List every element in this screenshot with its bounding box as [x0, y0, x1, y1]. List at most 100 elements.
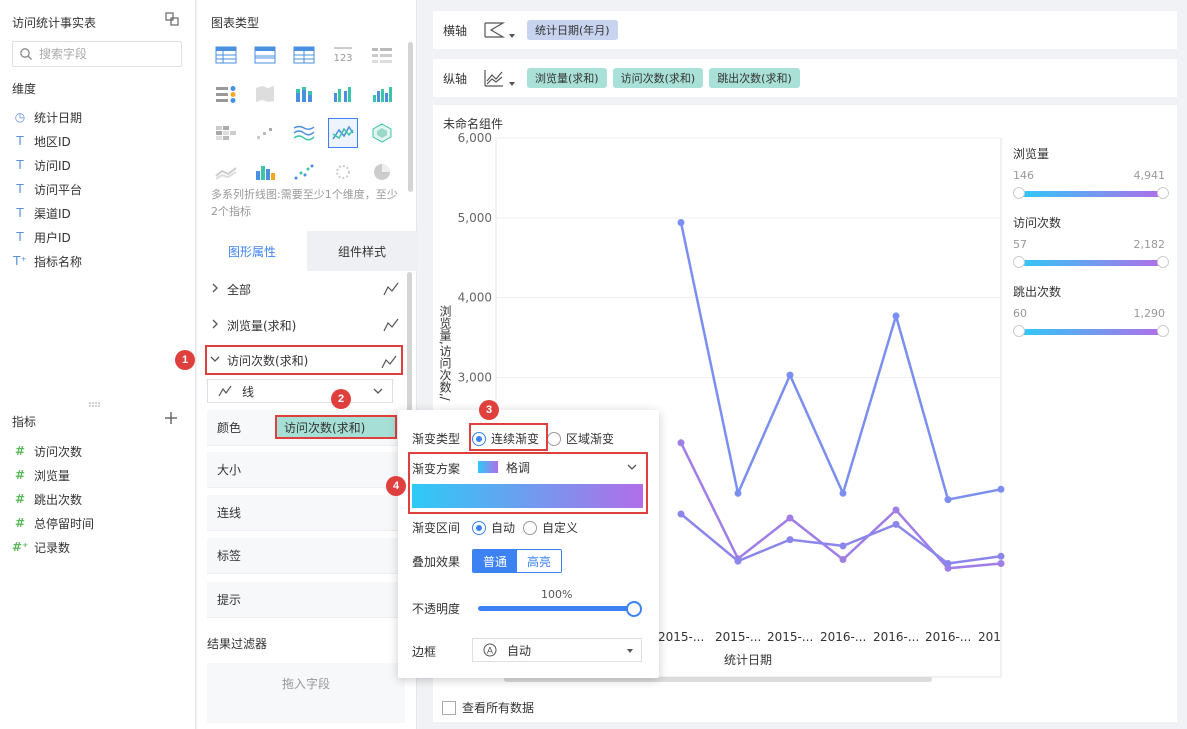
- multi-series-line-icon[interactable]: [328, 118, 358, 148]
- measure-item[interactable]: #⁺ 记录数: [12, 535, 192, 559]
- legend-max-handle[interactable]: [1157, 256, 1169, 268]
- overlay-normal-button[interactable]: 普通: [473, 550, 518, 572]
- radio-auto[interactable]: 自动: [472, 519, 515, 536]
- chart-type-scrollbar[interactable]: [408, 42, 413, 192]
- map-chart-icon[interactable]: [250, 79, 280, 109]
- y-axis-field-pill[interactable]: 浏览量(求和): [527, 68, 607, 88]
- view-all-data[interactable]: 查看所有数据: [442, 699, 534, 716]
- prop-all[interactable]: 全部: [207, 274, 403, 304]
- gradient-settings-popup: 渐变类型 连续渐变 区域渐变 渐变方案 格调 渐变区间 自动 自定义 叠加效果 …: [398, 410, 659, 678]
- prop-visits[interactable]: 访问次数(求和): [205, 345, 403, 375]
- switch-table-icon[interactable]: [164, 11, 180, 27]
- dimension-item[interactable]: T 渠道ID: [12, 201, 192, 225]
- detail-table-icon[interactable]: [367, 40, 397, 70]
- dimension-item[interactable]: T 访问平台: [12, 177, 192, 201]
- bubble-chart-icon[interactable]: [328, 157, 358, 187]
- clock-icon: ◷: [14, 110, 26, 124]
- dimension-item[interactable]: T 用户ID: [12, 225, 192, 249]
- chart-type-title: 图表类型: [211, 16, 260, 30]
- kpi-number-icon[interactable]: 123: [328, 40, 358, 70]
- dot-table-icon[interactable]: [211, 79, 241, 109]
- prop-views[interactable]: 浏览量(求和): [207, 310, 403, 340]
- line-chart-icon[interactable]: [289, 118, 319, 148]
- overlay-highlight-button[interactable]: 高亮: [517, 550, 562, 572]
- step-badge-3: 3: [479, 400, 499, 420]
- chevron-right-icon: [207, 319, 223, 332]
- add-measure-icon[interactable]: [164, 411, 178, 425]
- line-type-select[interactable]: 线: [207, 379, 393, 403]
- radar-chart-icon[interactable]: [367, 118, 397, 148]
- number-type-icon: #: [14, 468, 26, 482]
- data-point: [839, 556, 847, 563]
- search-input[interactable]: [39, 45, 177, 63]
- dimension-item[interactable]: ◷ 统计日期: [12, 105, 192, 129]
- overlay-label: 叠加效果: [412, 554, 461, 569]
- scatter-chart-icon[interactable]: [289, 157, 319, 187]
- measure-item[interactable]: # 访问次数: [12, 439, 192, 463]
- chart-type-hint: 多系列折线图:需要至少1个维度，至少2个指标: [211, 188, 398, 218]
- option-size[interactable]: 大小: [207, 452, 403, 488]
- color-field-chip[interactable]: 访问次数(求和): [275, 415, 397, 439]
- y-axis-field-pill[interactable]: 跳出次数(求和): [709, 68, 800, 88]
- filter-drop-zone[interactable]: 拖入字段: [207, 663, 405, 723]
- text-type-icon: T: [16, 182, 24, 196]
- table-chart-icon[interactable]: [211, 40, 241, 70]
- legend-gradient-bar: [1017, 191, 1163, 197]
- legend-min-handle[interactable]: [1013, 256, 1025, 268]
- pie-chart-icon[interactable]: [367, 157, 397, 187]
- measure-item[interactable]: # 总停留时间: [12, 511, 192, 535]
- radio-region[interactable]: 区域渐变: [547, 430, 614, 447]
- y-tick-label: 3,000: [458, 371, 492, 385]
- legend-max-handle[interactable]: [1157, 325, 1169, 337]
- tab-graphic-properties[interactable]: 图形属性: [197, 231, 307, 271]
- opacity-slider-handle[interactable]: [626, 601, 642, 617]
- properties-scrollbar[interactable]: [407, 272, 412, 422]
- dimension-item[interactable]: T 地区ID: [12, 129, 192, 153]
- field-search[interactable]: [12, 41, 182, 67]
- border-select[interactable]: A 自动: [472, 638, 642, 662]
- cross-table-icon[interactable]: [289, 40, 319, 70]
- grouped-column-icon[interactable]: [328, 79, 358, 109]
- option-tooltip[interactable]: 提示: [207, 582, 403, 618]
- view-all-checkbox[interactable]: [442, 700, 456, 715]
- legend-min: 57: [1013, 238, 1027, 251]
- dimension-item[interactable]: T⁺ 指标名称: [12, 249, 192, 273]
- waterfall-chart-icon[interactable]: [250, 118, 280, 148]
- legend-min-handle[interactable]: [1013, 325, 1025, 337]
- measure-item[interactable]: # 跳出次数: [12, 487, 192, 511]
- group-table-icon[interactable]: [250, 40, 280, 70]
- legend-max: 1,290: [1133, 307, 1166, 320]
- legend-name: 跳出次数: [1013, 285, 1062, 299]
- legend-max-handle[interactable]: [1157, 187, 1169, 199]
- y-tick-label: 4,000: [458, 291, 492, 305]
- tab-component-style[interactable]: 组件样式: [307, 231, 417, 271]
- x-axis-title: 统计日期: [724, 653, 772, 667]
- y-axis-label: 纵轴: [443, 71, 468, 86]
- dimension-item[interactable]: T 访问ID: [12, 153, 192, 177]
- panel-splitter-handle[interactable]: [88, 402, 102, 407]
- option-connect[interactable]: 连线: [207, 495, 403, 531]
- data-point: [892, 520, 900, 528]
- area-chart-icon[interactable]: [211, 157, 241, 187]
- combo-column-icon[interactable]: [250, 157, 280, 187]
- border-value: 自动: [507, 643, 532, 658]
- result-filter-title: 结果过滤器: [207, 637, 268, 651]
- x-tick-label: 2015-...: [767, 630, 813, 644]
- radio-custom[interactable]: 自定义: [523, 519, 578, 536]
- legend-min-handle[interactable]: [1013, 187, 1025, 199]
- heat-grid-icon[interactable]: [211, 118, 241, 148]
- data-point: [677, 219, 685, 226]
- x-axis-type-dropdown[interactable]: [483, 19, 515, 41]
- line-shape-icon: [381, 355, 397, 369]
- data-point: [786, 514, 794, 522]
- stacked-column-icon[interactable]: [289, 79, 319, 109]
- x-axis-field-pill[interactable]: 统计日期(年月): [527, 20, 618, 40]
- y-axis-type-dropdown[interactable]: [483, 67, 515, 89]
- x-tick-label: 2015-...: [715, 630, 761, 644]
- opacity-slider-track[interactable]: [478, 606, 634, 611]
- option-color[interactable]: 颜色 访问次数(求和): [207, 410, 403, 446]
- measure-item[interactable]: # 浏览量: [12, 463, 192, 487]
- option-label[interactable]: 标签: [207, 538, 403, 574]
- multi-column-icon[interactable]: [367, 79, 397, 109]
- y-axis-field-pill[interactable]: 访问次数(求和): [612, 68, 704, 88]
